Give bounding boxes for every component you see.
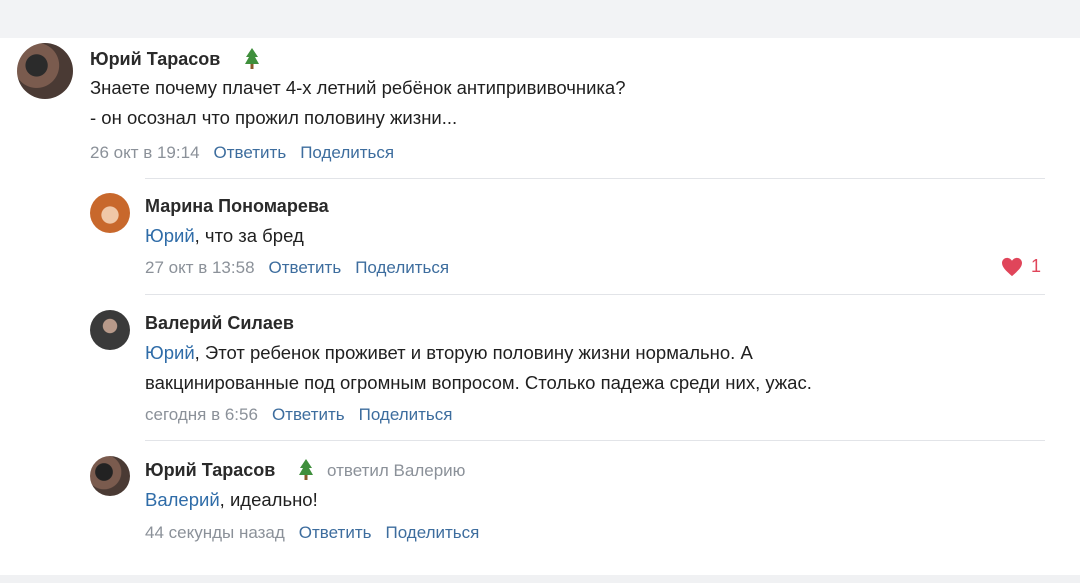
share-button[interactable]: Поделиться <box>355 258 449 277</box>
reply-button[interactable]: Ответить <box>299 523 372 542</box>
avatar[interactable] <box>90 310 130 350</box>
mention-link[interactable]: Юрий <box>145 342 195 363</box>
comment-text: Валерий, идеально! <box>145 489 318 510</box>
timestamp[interactable]: 44 секунды назад <box>145 523 285 542</box>
comment-meta: 27 окт в 13:58 Ответить Поделиться <box>145 258 449 278</box>
like-button[interactable]: 1 <box>1001 256 1041 277</box>
timestamp[interactable]: сегодня в 6:56 <box>145 405 258 424</box>
comment-meta: 26 окт в 19:14 Ответить Поделиться <box>90 143 394 163</box>
reply-button[interactable]: Ответить <box>269 258 342 277</box>
heart-icon <box>1002 257 1022 276</box>
comment-text: Юрий, Этот ребенок проживет и вторую пол… <box>145 342 812 393</box>
christmas-tree-icon <box>245 48 259 69</box>
author-name[interactable]: Юрий Тарасов <box>90 49 220 70</box>
comment-meta: 44 секунды назад Ответить Поделиться <box>145 523 479 543</box>
divider <box>145 294 1045 295</box>
comment-text: Юрий, что за бред <box>145 225 304 246</box>
timestamp[interactable]: 27 окт в 13:58 <box>145 258 255 277</box>
share-button[interactable]: Поделиться <box>359 405 453 424</box>
replied-to-link[interactable]: ответил Валерию <box>327 461 465 481</box>
divider <box>145 440 1045 441</box>
avatar[interactable] <box>90 193 130 233</box>
comment-meta: сегодня в 6:56 Ответить Поделиться <box>145 405 453 425</box>
timestamp[interactable]: 26 окт в 19:14 <box>90 143 200 162</box>
avatar[interactable] <box>90 456 130 496</box>
like-count: 1 <box>1031 256 1042 276</box>
top-bar <box>0 0 1080 38</box>
mention-link[interactable]: Валерий <box>145 489 220 510</box>
author-name[interactable]: Марина Пономарева <box>145 196 329 217</box>
divider <box>145 178 1045 179</box>
comment-text: Знаете почему плачет 4-х летний ребёнок … <box>90 77 626 128</box>
bottom-bar <box>0 575 1080 583</box>
mention-link[interactable]: Юрий <box>145 225 195 246</box>
reply-button[interactable]: Ответить <box>272 405 345 424</box>
christmas-tree-icon <box>299 459 313 480</box>
share-button[interactable]: Поделиться <box>300 143 394 162</box>
avatar[interactable] <box>17 43 73 99</box>
reply-button[interactable]: Ответить <box>214 143 287 162</box>
author-name[interactable]: Валерий Силаев <box>145 313 294 334</box>
share-button[interactable]: Поделиться <box>385 523 479 542</box>
author-name[interactable]: Юрий Тарасов <box>145 460 275 481</box>
